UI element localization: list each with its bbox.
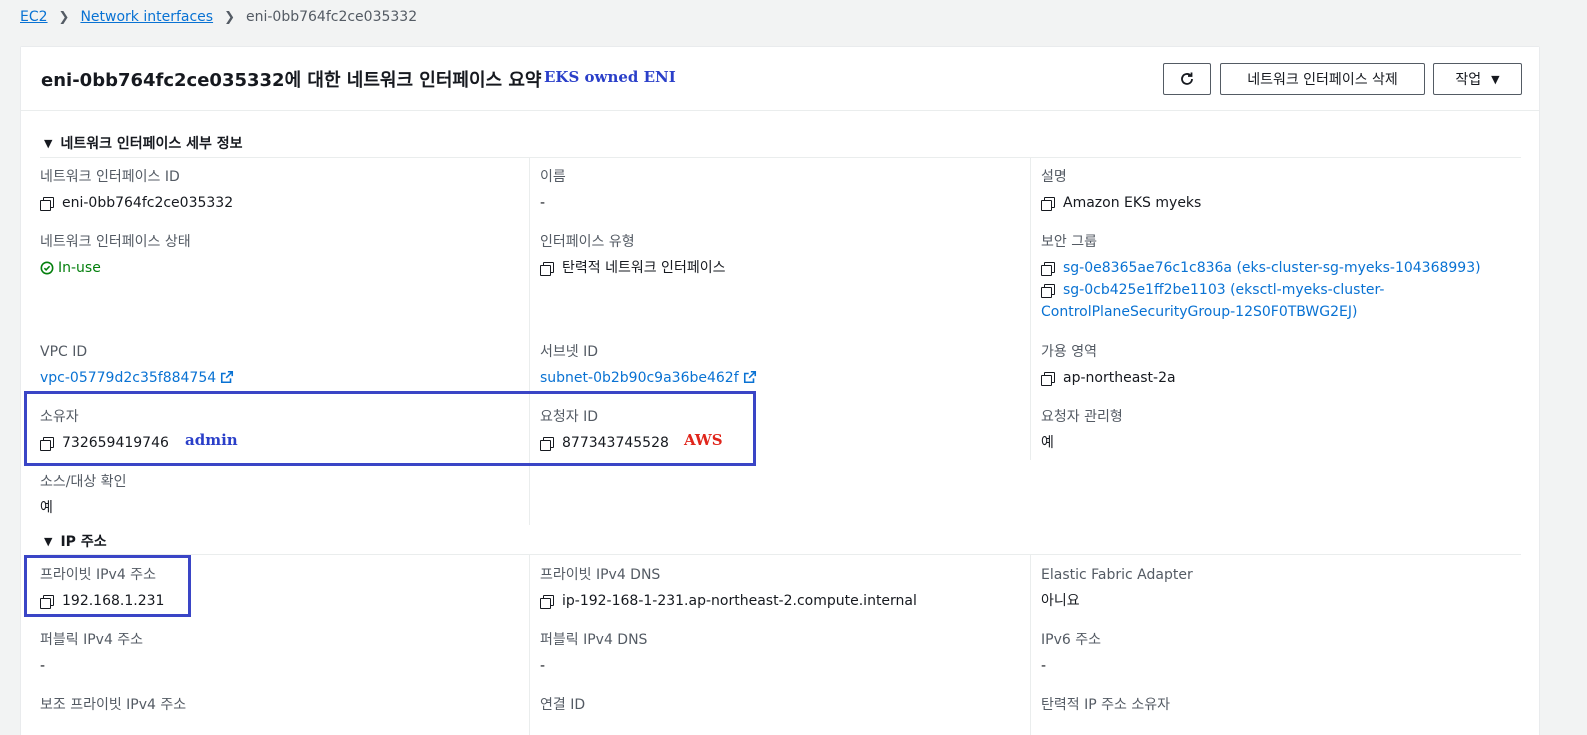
- subnet-field: 서브넷 ID subnet-0b2b90c9a36be462f: [540, 343, 757, 389]
- divider: [40, 554, 1521, 555]
- public-dns-value: -: [540, 658, 546, 674]
- eip-owner-label: 탄력적 IP 주소 소유자: [1041, 697, 1170, 713]
- secondary-ipv4-label: 보조 프라이빗 IPv4 주소: [40, 697, 187, 713]
- public-ipv4-value: -: [40, 658, 46, 674]
- breadcrumb-network-interfaces-link[interactable]: Network interfaces: [80, 9, 213, 25]
- public-dns-field: 퍼블릭 IPv4 DNS -: [540, 631, 647, 677]
- source-dest-label: 소스/대상 확인: [40, 474, 127, 490]
- description-label: 설명: [1041, 169, 1067, 185]
- vpc-field: VPC ID vpc-05779d2c35f884754: [40, 343, 234, 389]
- association-id-label: 연결 ID: [540, 697, 586, 713]
- security-groups-label: 보안 그룹: [1041, 234, 1097, 250]
- efa-field: Elastic Fabric Adapter 아니요: [1041, 566, 1193, 612]
- private-dns-label: 프라이빗 IPv4 DNS: [540, 567, 661, 583]
- copy-icon[interactable]: [1041, 284, 1055, 298]
- source-dest-value: 예: [40, 500, 53, 516]
- security-group-link-cont[interactable]: ControlPlaneSecurityGroup-12S0F0TBWG2EJ): [1041, 301, 1357, 323]
- external-link-icon[interactable]: [743, 370, 757, 384]
- refresh-button[interactable]: [1163, 63, 1211, 95]
- description-field: 설명 Amazon EKS myeks: [1041, 168, 1201, 214]
- type-label: 인터페이스 유형: [540, 234, 635, 250]
- description-value: Amazon EKS myeks: [1063, 195, 1202, 211]
- chevron-right-icon: ❯: [224, 9, 235, 25]
- private-dns-value: ip-192-168-1-231.ap-northeast-2.compute.…: [562, 593, 917, 609]
- association-id-field: 연결 ID: [540, 696, 585, 720]
- annotation-box-private-ip: [24, 555, 191, 617]
- caret-down-icon: ▼: [44, 534, 53, 548]
- details-section-title: 네트워크 인터페이스 세부 정보: [60, 136, 243, 152]
- caret-down-icon: ▼: [44, 136, 53, 150]
- ipv6-field: IPv6 주소 -: [1041, 631, 1101, 677]
- public-ipv4-label: 퍼블릭 IPv4 주소: [40, 632, 144, 648]
- divider: [40, 157, 1521, 158]
- ip-section-toggle[interactable]: ▼ IP 주소: [44, 531, 107, 551]
- subnet-label: 서브넷 ID: [540, 344, 598, 360]
- source-dest-field: 소스/대상 확인 예: [40, 473, 126, 519]
- copy-icon[interactable]: [40, 197, 54, 211]
- status-field: 네트워크 인터페이스 상태 In-use: [40, 233, 191, 279]
- copy-icon[interactable]: [540, 262, 554, 276]
- efa-value: 아니요: [1041, 593, 1080, 609]
- security-group-link[interactable]: sg-0cb425e1ff2be1103 (eksctl-myeks-clust…: [1063, 279, 1384, 301]
- refresh-icon: [1181, 72, 1193, 85]
- public-ipv4-field: 퍼블릭 IPv4 주소 -: [40, 631, 143, 677]
- column-divider: [529, 158, 530, 525]
- eni-id-field: 네트워크 인터페이스 ID eni-0bb764fc2ce035332: [40, 168, 233, 214]
- ipv6-label: IPv6 주소: [1041, 632, 1101, 648]
- name-label: 이름: [540, 169, 566, 185]
- eip-owner-field: 탄력적 IP 주소 소유자: [1041, 696, 1170, 720]
- details-section-toggle[interactable]: ▼ 네트워크 인터페이스 세부 정보: [44, 133, 243, 153]
- column-divider: [1030, 158, 1031, 460]
- public-dns-label: 퍼블릭 IPv4 DNS: [540, 632, 648, 648]
- eni-id-value: eni-0bb764fc2ce035332: [62, 195, 234, 211]
- breadcrumb-ec2-link[interactable]: EC2: [20, 9, 48, 25]
- ip-section-title: IP 주소: [60, 534, 107, 550]
- az-field: 가용 영역 ap-northeast-2a: [1041, 343, 1176, 389]
- actions-label: 작업: [1455, 72, 1482, 88]
- actions-button[interactable]: 작업 ▼: [1433, 63, 1522, 95]
- status-value: In-use: [58, 260, 101, 276]
- az-label: 가용 영역: [1041, 344, 1097, 360]
- managed-field: 요청자 관리형 예: [1041, 408, 1123, 454]
- column-divider: [529, 555, 530, 735]
- vpc-label: VPC ID: [40, 344, 88, 360]
- column-divider: [1030, 555, 1031, 735]
- external-link-icon[interactable]: [220, 370, 234, 384]
- page-title: eni-0bb764fc2ce035332에 대한 네트워크 인터페이스 요약: [41, 70, 542, 91]
- breadcrumb: EC2 ❯ Network interfaces ❯ eni-0bb764fc2…: [20, 9, 417, 25]
- breadcrumb-current: eni-0bb764fc2ce035332: [245, 9, 418, 25]
- name-value: -: [540, 195, 546, 211]
- eni-id-label: 네트워크 인터페이스 ID: [40, 169, 180, 185]
- delete-interface-button[interactable]: 네트워크 인터페이스 삭제: [1220, 63, 1425, 95]
- annotation-box-owner-requester: [24, 391, 756, 466]
- managed-value: 예: [1041, 435, 1054, 451]
- eks-owned-annotation: EKS owned ENI: [544, 68, 676, 86]
- summary-panel: eni-0bb764fc2ce035332에 대한 네트워크 인터페이스 요약 …: [20, 46, 1540, 735]
- panel-header: eni-0bb764fc2ce035332에 대한 네트워크 인터페이스 요약 …: [21, 47, 1539, 111]
- copy-icon[interactable]: [1041, 197, 1055, 211]
- type-field: 인터페이스 유형 탄력적 네트워크 인터페이스: [540, 233, 725, 279]
- efa-label: Elastic Fabric Adapter: [1041, 567, 1193, 583]
- status-positive-icon: [40, 261, 54, 275]
- az-value: ap-northeast-2a: [1063, 370, 1176, 386]
- managed-label: 요청자 관리형: [1041, 409, 1123, 425]
- caret-down-icon: ▼: [1491, 72, 1500, 86]
- name-field: 이름 -: [540, 168, 566, 214]
- ipv6-value: -: [1041, 658, 1047, 674]
- vpc-link[interactable]: vpc-05779d2c35f884754: [40, 367, 216, 389]
- type-value: 탄력적 네트워크 인터페이스: [562, 260, 726, 276]
- security-group-link[interactable]: sg-0e8365ae76c1c836a (eks-cluster-sg-mye…: [1063, 257, 1481, 279]
- copy-icon[interactable]: [540, 595, 554, 609]
- chevron-right-icon: ❯: [58, 9, 70, 25]
- secondary-ipv4-field: 보조 프라이빗 IPv4 주소: [40, 696, 186, 720]
- copy-icon[interactable]: [1041, 262, 1055, 276]
- status-label: 네트워크 인터페이스 상태: [40, 234, 191, 250]
- subnet-link[interactable]: subnet-0b2b90c9a36be462f: [540, 367, 739, 389]
- copy-icon[interactable]: [1041, 372, 1055, 386]
- private-dns-field: 프라이빗 IPv4 DNS ip-192-168-1-231.ap-northe…: [540, 566, 917, 612]
- security-groups-field: 보안 그룹 sg-0e8365ae76c1c836a (eks-cluster-…: [1041, 233, 1511, 323]
